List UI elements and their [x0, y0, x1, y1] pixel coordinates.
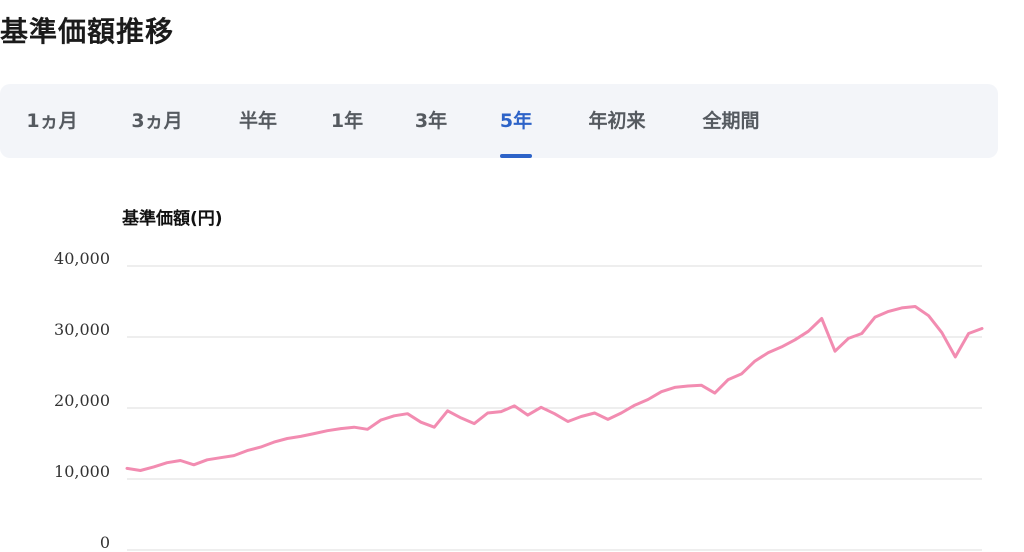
- data-point: [780, 345, 783, 349]
- data-point: [847, 337, 850, 340]
- data-point: [873, 315, 877, 319]
- data-point: [820, 317, 823, 320]
- data-point: [312, 432, 316, 435]
- data-point: [393, 414, 396, 417]
- data-point: [967, 332, 970, 335]
- data-point: [980, 327, 984, 330]
- data-point: [673, 386, 676, 389]
- data-point: [860, 332, 863, 335]
- data-point: [379, 418, 382, 422]
- data-point: [606, 418, 610, 421]
- data-point: [406, 412, 409, 415]
- data-point: [433, 426, 436, 429]
- data-point: [125, 467, 129, 470]
- data-point: [299, 435, 302, 438]
- data-point: [192, 463, 195, 466]
- data-point: [566, 420, 570, 423]
- y-tick-label: 30,000: [54, 320, 110, 339]
- data-point: [553, 412, 556, 415]
- data-point: [165, 461, 169, 464]
- data-point: [513, 404, 516, 408]
- data-point: [793, 338, 797, 341]
- data-point: [593, 411, 596, 415]
- data-point: [272, 440, 276, 444]
- data-point: [767, 351, 770, 354]
- data-point: [580, 415, 583, 418]
- data-point: [727, 378, 730, 381]
- data-point: [887, 310, 890, 313]
- data-point: [940, 331, 944, 334]
- data-point: [232, 454, 236, 457]
- data-point: [446, 409, 449, 412]
- data-point: [539, 406, 543, 409]
- data-point: [259, 445, 262, 449]
- data-point: [914, 305, 917, 308]
- series-layer: [125, 305, 984, 472]
- data-point: [419, 421, 423, 424]
- data-point: [139, 469, 142, 472]
- data-point: [927, 314, 930, 317]
- data-point: [366, 428, 369, 431]
- data-point: [499, 410, 503, 413]
- y-tick-labels: 0 10,000 20,000 30,000 40,000: [54, 249, 110, 552]
- data-point: [900, 306, 903, 310]
- data-point: [326, 429, 329, 432]
- y-tick-label: 20,000: [54, 391, 110, 410]
- data-point: [152, 465, 155, 469]
- y-tick-label: 10,000: [54, 462, 110, 481]
- nav-line-chart: 0 10,000 20,000 30,000 40,000: [54, 249, 984, 552]
- data-point: [473, 422, 476, 425]
- data-point: [954, 355, 957, 359]
- data-point: [246, 449, 249, 452]
- data-point: [339, 427, 342, 430]
- data-point: [633, 404, 636, 407]
- data-point: [219, 456, 222, 459]
- data-point: [740, 372, 743, 376]
- data-point: [459, 416, 463, 420]
- data-point: [206, 458, 209, 461]
- data-point: [700, 384, 703, 387]
- y-tick-label: 40,000: [54, 249, 110, 268]
- data-point: [713, 391, 716, 395]
- data-point: [179, 459, 182, 462]
- data-point: [352, 426, 356, 429]
- series-line: [125, 305, 984, 472]
- data-point: [807, 330, 810, 333]
- data-point: [286, 437, 289, 440]
- y-tick-label: 0: [100, 533, 110, 552]
- grid-lines: [127, 265, 982, 551]
- data-point: [486, 411, 489, 415]
- data-point: [660, 390, 663, 393]
- data-point: [526, 413, 529, 417]
- data-point: [620, 411, 623, 415]
- data-point: [646, 398, 650, 401]
- data-point: [686, 384, 690, 388]
- data-point: [753, 359, 757, 363]
- data-point: [833, 350, 837, 353]
